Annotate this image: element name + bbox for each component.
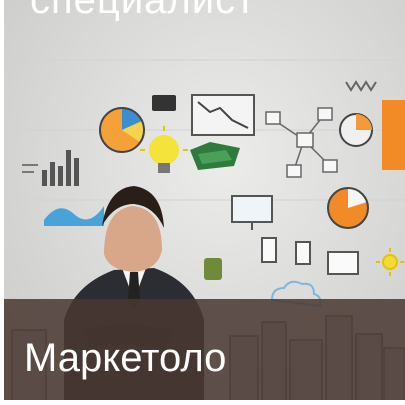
sun-icon [376,248,404,276]
orange-bar-icon [382,100,405,170]
devices-icon [261,237,359,275]
doodle-text-icon [22,164,38,173]
article-card[interactable]: специалист Маркетоло [0,0,405,405]
bottom-border [0,400,405,405]
wave-doodle-icon [345,80,377,92]
network-diagram-icon [265,107,338,178]
pie-chart-icon [99,107,145,153]
wave-chart-icon [44,206,104,226]
bag-icon [204,258,222,280]
left-border [0,0,4,405]
tablet-doodle-icon [152,95,176,111]
top-title-fragment: специалист [30,0,256,22]
monitor-icon [231,195,273,230]
card-caption[interactable]: Маркетоло [24,336,226,381]
money-icon [190,142,240,170]
bar-chart-icon [42,150,79,186]
orange-pie-icon [327,187,369,229]
gauge-icon [339,113,373,147]
line-graph-icon [191,94,255,136]
light-bulb-icon [140,126,188,173]
